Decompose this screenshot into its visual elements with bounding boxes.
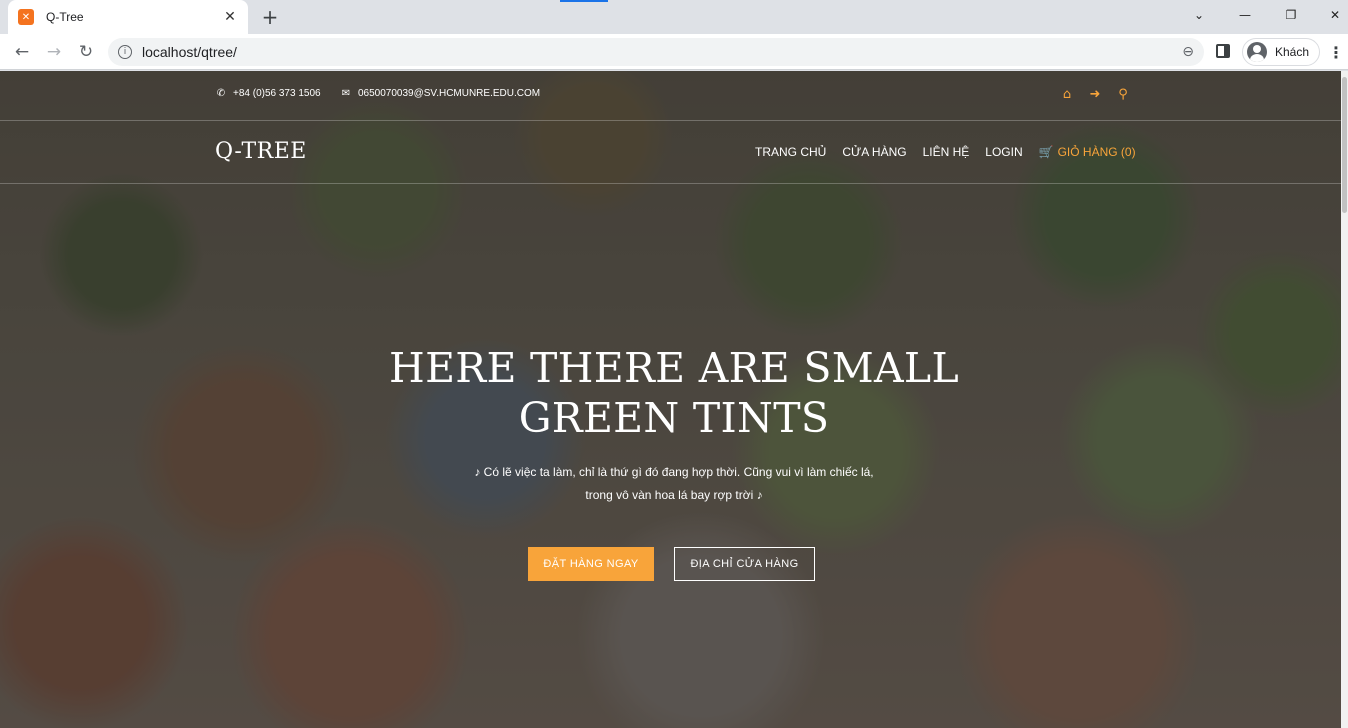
contact-phone: ✆ +84 (0)56 373 1506	[215, 88, 321, 99]
zoom-icon[interactable]: ⊖	[1182, 44, 1194, 60]
loading-indicator	[560, 0, 608, 2]
menu-item-contact[interactable]: LIÊN HỆ	[923, 145, 970, 159]
hero-subtitle: ♪ Có lẽ việc ta làm, chỉ là thứ gì đó đa…	[374, 461, 974, 507]
tab-title: Q-Tree	[46, 10, 84, 24]
browser-menu-icon[interactable]: ⋮	[1328, 42, 1344, 62]
browser-toolbar: ← → ↻ i localhost/qtree/ ⊖ Khách ⋮	[0, 34, 1348, 70]
profile-button[interactable]: Khách	[1242, 38, 1320, 66]
address-bar[interactable]: i localhost/qtree/ ⊖	[108, 38, 1204, 66]
cart-icon: 🛒	[1038, 145, 1054, 159]
xampp-icon: ✕	[18, 9, 34, 25]
forward-button[interactable]: →	[40, 38, 68, 66]
envelope-icon: ✉	[341, 88, 351, 99]
page-viewport: ✆ +84 (0)56 373 1506 ✉ 0650070039@SV.HCM…	[0, 71, 1348, 728]
reload-button[interactable]: ↻	[72, 38, 100, 66]
menu-item-login[interactable]: LOGIN	[985, 145, 1022, 159]
contact-email: ✉ 0650070039@SV.HCMUNRE.EDU.COM	[340, 88, 540, 99]
close-icon[interactable]: ✕	[222, 9, 238, 25]
minimize-button[interactable]: —	[1222, 0, 1268, 30]
phone-icon: ✆	[216, 88, 226, 99]
browser-tabstrip: ✕ Q-Tree ✕ + ⌄ — ❐ ✕	[0, 0, 1348, 34]
browser-tab[interactable]: ✕ Q-Tree ✕	[8, 0, 248, 34]
hero-subtitle-line2: trong vô vàn hoa lá bay rợp trời ♪	[585, 488, 763, 502]
hero-title-line2: GREEN TINTS	[518, 394, 830, 442]
url-text[interactable]: localhost/qtree/	[142, 44, 1182, 60]
site-navbar: Q-TREE TRANG CHỦ CỬA HÀNG LIÊN HỆ LOGIN …	[0, 121, 1348, 184]
order-now-button[interactable]: ĐẶT HÀNG NGAY	[528, 547, 654, 581]
restore-button[interactable]: ❐	[1268, 0, 1314, 30]
site-logo[interactable]: Q-TREE	[215, 139, 307, 164]
sign-in-icon[interactable]: ➜	[1088, 87, 1102, 102]
side-panel-icon[interactable]	[1216, 44, 1230, 58]
store-address-button[interactable]: ĐỊA CHỈ CỬA HÀNG	[674, 547, 815, 581]
hero-subtitle-line1: ♪ Có lẽ việc ta làm, chỉ là thứ gì đó đa…	[474, 465, 874, 479]
menu-item-cart[interactable]: 🛒 GIỎ HÀNG (0)	[1039, 145, 1136, 159]
scrollbar-thumb[interactable]	[1342, 77, 1347, 213]
cart-label: GIỎ HÀNG (0)	[1057, 145, 1136, 159]
tab-search-button[interactable]: ⌄	[1176, 0, 1222, 30]
page-scrollbar[interactable]	[1341, 71, 1348, 728]
email-text: 0650070039@SV.HCMUNRE.EDU.COM	[358, 88, 541, 99]
home-icon[interactable]: ⌂	[1060, 87, 1074, 102]
menu-item-shop[interactable]: CỬA HÀNG	[842, 145, 906, 159]
search-icon[interactable]: ⚲	[1116, 87, 1130, 102]
info-icon[interactable]: i	[118, 45, 132, 59]
hero-title: HERE THERE ARE SMALL GREEN TINTS	[374, 343, 974, 443]
back-button[interactable]: ←	[8, 38, 36, 66]
topbar-icons: ⌂ ➜ ⚲	[1060, 87, 1130, 102]
new-tab-button[interactable]: +	[256, 5, 284, 29]
site-topbar: ✆ +84 (0)56 373 1506 ✉ 0650070039@SV.HCM…	[0, 71, 1348, 121]
hero-title-line1: HERE THERE ARE SMALL	[389, 344, 959, 392]
main-menu: TRANG CHỦ CỬA HÀNG LIÊN HỆ LOGIN 🛒 GIỎ H…	[755, 145, 1136, 159]
avatar	[1247, 42, 1267, 62]
window-close-button[interactable]: ✕	[1312, 0, 1348, 30]
phone-text: +84 (0)56 373 1506	[233, 88, 321, 99]
profile-name: Khách	[1275, 45, 1310, 59]
menu-item-home[interactable]: TRANG CHỦ	[755, 145, 826, 159]
